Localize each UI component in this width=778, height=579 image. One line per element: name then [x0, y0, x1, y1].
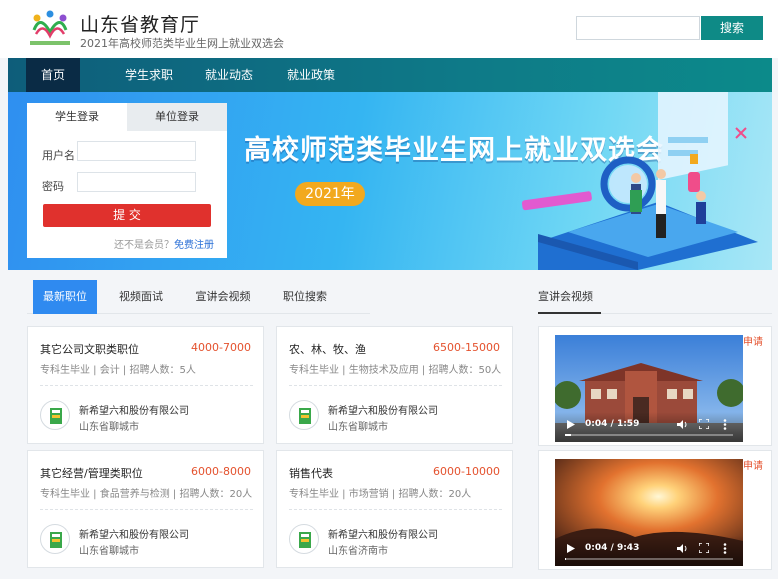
company-location: 山东省济南市 — [328, 546, 388, 557]
apply-link[interactable]: 申请 — [743, 333, 763, 348]
play-icon[interactable] — [567, 544, 575, 553]
login-submit-button[interactable]: 提 交 — [43, 204, 211, 227]
side-heading: 宣讲会视频 — [538, 280, 772, 314]
tab-student-login[interactable]: 学生登录 — [27, 103, 127, 131]
job-title[interactable]: 销售代表 — [289, 465, 333, 481]
divider — [289, 385, 502, 386]
video-progress-bar[interactable] — [565, 558, 733, 560]
video-time: 0:04 / 9:43 — [585, 543, 640, 553]
nav-item-employment-policy[interactable]: 就业政策 — [280, 58, 342, 92]
video-player[interactable]: 0:04 / 9:43 — [555, 459, 743, 566]
tab-video-interview[interactable]: 视频面试 — [109, 280, 173, 314]
company-logo-icon — [40, 524, 70, 554]
company-name[interactable]: 新希望六和股份有限公司 — [328, 526, 438, 541]
job-salary: 6500-15000 — [433, 341, 500, 354]
password-field[interactable] — [77, 172, 196, 192]
side-heading-label[interactable]: 宣讲会视频 — [538, 280, 601, 314]
job-title[interactable]: 其它公司文职类职位 — [40, 341, 139, 357]
site-subtitle: 2021年高校师范类毕业生网上就业双选会 — [80, 37, 284, 50]
video-card: 申请 0:04 / 9:43 — [538, 450, 772, 570]
tab-job-search[interactable]: 职位搜索 — [273, 280, 337, 314]
fullscreen-icon[interactable] — [699, 419, 709, 429]
search-input[interactable] — [576, 16, 700, 40]
password-label: 密码 — [42, 180, 64, 193]
login-panel: 学生登录 单位登录 用户名 密码 提 交 还不是会员？免费注册 — [27, 103, 227, 258]
job-fair-illustration-icon — [521, 92, 758, 270]
divider — [40, 385, 253, 386]
job-salary: 6000-10000 — [433, 465, 500, 478]
not-member-text: 还不是会员？ — [114, 240, 174, 251]
job-card[interactable]: 其它经营/管理类职位 6000-8000 专科生毕业 | 食品营养与检测 | 招… — [27, 450, 264, 568]
video-progress-fill — [565, 434, 571, 436]
play-icon[interactable] — [567, 420, 575, 429]
job-card[interactable]: 销售代表 6000-10000 专科生毕业 | 市场营销 | 招聘人数：20人 … — [276, 450, 513, 568]
site-header: 山东省教育厅 2021年高校师范类毕业生网上就业双选会 搜索 — [0, 0, 778, 58]
video-controls: 0:04 / 1:59 — [555, 412, 743, 442]
job-title[interactable]: 其它经营/管理类职位 — [40, 465, 143, 481]
company-logo-icon — [289, 400, 319, 430]
site-title: 山东省教育厅 — [80, 14, 201, 36]
job-salary: 6000-8000 — [191, 465, 251, 478]
job-meta: 专科生毕业 | 生物技术及应用 | 招聘人数：50人 — [289, 365, 502, 376]
fullscreen-icon[interactable] — [699, 543, 709, 553]
volume-icon[interactable] — [677, 543, 688, 554]
nav-item-job-seeking[interactable]: 学生求职 — [118, 58, 180, 92]
divider — [289, 509, 502, 510]
register-prompt: 还不是会员？免费注册 — [114, 236, 214, 251]
company-location: 山东省聊城市 — [79, 422, 139, 433]
username-field[interactable] — [77, 141, 196, 161]
more-options-icon[interactable] — [723, 543, 727, 554]
company-name[interactable]: 新希望六和股份有限公司 — [79, 526, 189, 541]
company-location: 山东省聊城市 — [79, 546, 139, 557]
company-name[interactable]: 新希望六和股份有限公司 — [328, 402, 438, 417]
company-logo-icon — [40, 400, 70, 430]
apply-link[interactable]: 申请 — [743, 457, 763, 472]
company-name[interactable]: 新希望六和股份有限公司 — [79, 402, 189, 417]
job-meta: 专科生毕业 | 会计 | 招聘人数：5人 — [40, 365, 196, 376]
username-label: 用户名 — [42, 149, 75, 162]
video-time: 0:04 / 1:59 — [585, 419, 640, 429]
search-button[interactable]: 搜索 — [701, 16, 763, 40]
tab-latest-jobs[interactable]: 最新职位 — [33, 280, 97, 314]
job-meta: 专科生毕业 | 市场营销 | 招聘人数：20人 — [289, 489, 472, 500]
main-nav: 首页 学生求职 就业动态 就业政策 — [8, 58, 772, 92]
video-card: 申请 0:04 / 1:59 — [538, 326, 772, 446]
video-controls: 0:04 / 9:43 — [555, 536, 743, 566]
tab-presentation-videos[interactable]: 宣讲会视频 — [185, 280, 261, 314]
year-badge: 2021年 — [295, 182, 365, 206]
tab-company-login[interactable]: 单位登录 — [127, 103, 227, 131]
nav-item-employment-news[interactable]: 就业动态 — [198, 58, 260, 92]
register-link[interactable]: 免费注册 — [174, 240, 214, 251]
site-logo-icon[interactable] — [28, 8, 72, 48]
video-player[interactable]: 0:04 / 1:59 — [555, 335, 743, 442]
volume-icon[interactable] — [677, 419, 688, 430]
job-card[interactable]: 其它公司文职类职位 4000-7000 专科生毕业 | 会计 | 招聘人数：5人… — [27, 326, 264, 444]
video-progress-fill — [565, 558, 567, 560]
job-salary: 4000-7000 — [191, 341, 251, 354]
content-tabs: 最新职位 视频面试 宣讲会视频 职位搜索 — [27, 280, 370, 314]
job-card[interactable]: 农、林、牧、渔 6500-15000 专科生毕业 | 生物技术及应用 | 招聘人… — [276, 326, 513, 444]
job-meta: 专科生毕业 | 食品营养与检测 | 招聘人数：20人 — [40, 489, 253, 500]
nav-item-home[interactable]: 首页 — [26, 58, 80, 92]
company-location: 山东省聊城市 — [328, 422, 388, 433]
divider — [40, 509, 253, 510]
job-title[interactable]: 农、林、牧、渔 — [289, 341, 366, 357]
more-options-icon[interactable] — [723, 419, 727, 430]
company-logo-icon — [289, 524, 319, 554]
video-progress-bar[interactable] — [565, 434, 733, 436]
